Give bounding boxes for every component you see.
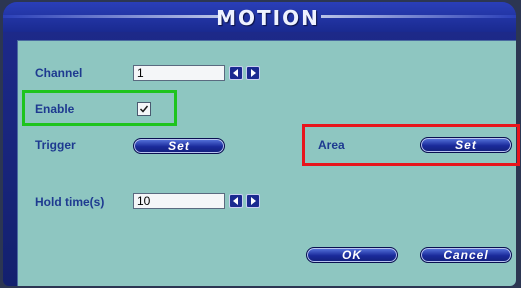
title-divider-right: [321, 15, 516, 18]
ok-button[interactable]: OK: [306, 247, 398, 263]
enable-highlight-box: [22, 90, 177, 126]
arrow-right-icon[interactable]: [246, 66, 260, 80]
trigger-label: Trigger: [35, 138, 76, 152]
arrow-left-icon[interactable]: [229, 66, 243, 80]
cancel-button[interactable]: Cancel: [420, 247, 512, 263]
hold-time-field[interactable]: 10: [133, 193, 225, 209]
arrow-right-icon[interactable]: [246, 194, 260, 208]
arrow-left-icon[interactable]: [229, 194, 243, 208]
channel-field[interactable]: 1: [133, 65, 225, 81]
trigger-set-button[interactable]: Set: [133, 138, 225, 154]
dialog-title: MOTION: [216, 6, 320, 30]
channel-label: Channel: [35, 66, 83, 80]
title-divider-left: [3, 15, 218, 18]
hold-time-label: Hold time(s): [35, 195, 105, 209]
area-highlight-box: [302, 124, 520, 166]
title-bar: MOTION: [3, 2, 516, 32]
